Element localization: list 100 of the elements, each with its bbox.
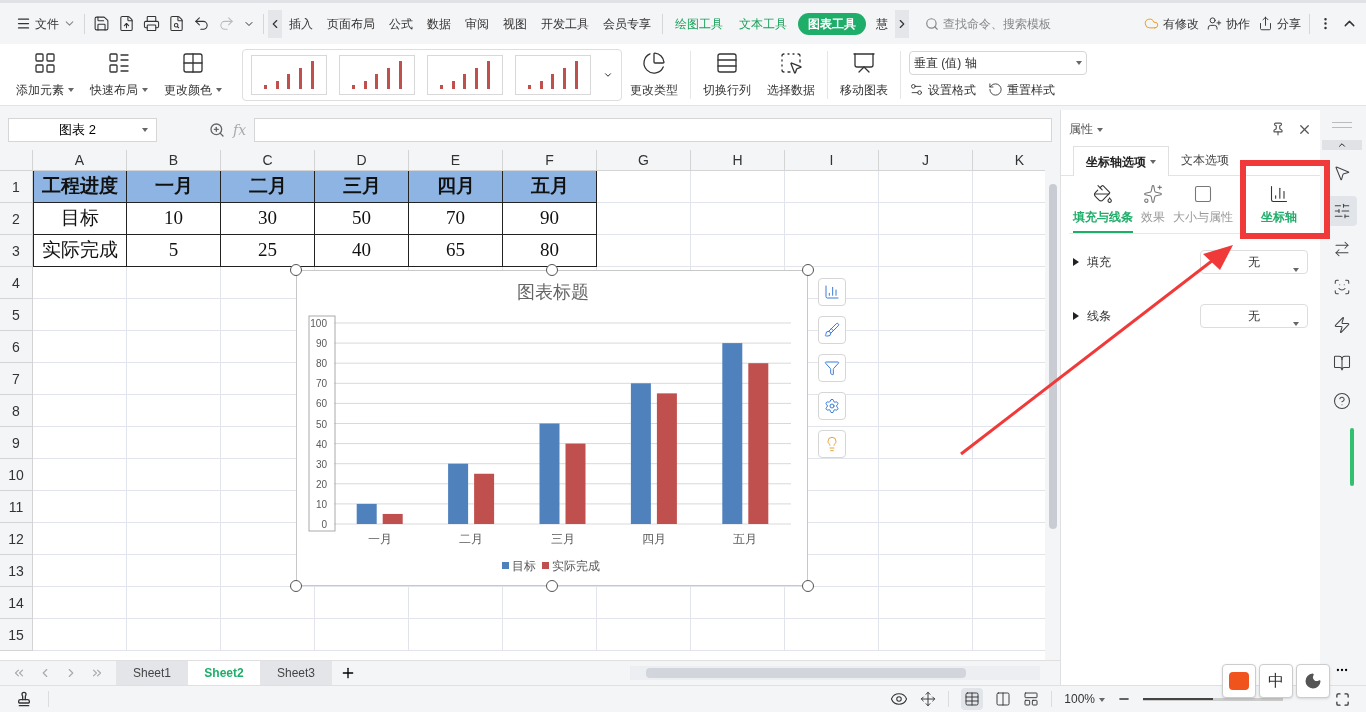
panel-scroll-indicator: [1350, 428, 1354, 486]
column-header[interactable]: B: [127, 150, 221, 170]
legend-swatch: [502, 562, 509, 569]
column-header[interactable]: I: [785, 150, 879, 170]
column-header[interactable]: H: [691, 150, 785, 170]
eye-icon[interactable]: [890, 690, 909, 708]
pin-icon[interactable]: [1271, 122, 1285, 136]
add-element-button[interactable]: 添加元素: [8, 46, 82, 103]
formula-input[interactable]: [254, 118, 1052, 142]
y-tick-label: 70: [315, 378, 327, 390]
chart-style-thumbnail[interactable]: [427, 54, 503, 95]
column-header[interactable]: G: [597, 150, 691, 170]
ribbon-tab[interactable]: 会员专享: [596, 14, 658, 33]
chart-element-select[interactable]: 垂直 (值) 轴: [909, 50, 1087, 75]
chart-style-thumbnail[interactable]: [251, 54, 327, 95]
quick-layout-button[interactable]: 快速布局: [82, 46, 156, 103]
row-header[interactable]: 2: [0, 203, 33, 235]
horizontal-scrollbar[interactable]: [630, 666, 1040, 680]
row-header[interactable]: 12: [0, 523, 33, 555]
panel-tab[interactable]: 文本选项: [1169, 145, 1241, 175]
row-header[interactable]: 4: [0, 267, 33, 299]
toolbar-action[interactable]: 有修改: [1144, 14, 1199, 33]
page-view-icon[interactable]: [995, 691, 1012, 707]
caret-icon: [142, 88, 148, 93]
column-header[interactable]: C: [221, 150, 315, 170]
ribbon-tab[interactable]: 慧: [869, 14, 895, 33]
column-header[interactable]: D: [315, 150, 409, 170]
switch-row-column-button[interactable]: 切换行列: [695, 46, 759, 103]
print-icon[interactable]: [143, 15, 160, 32]
undo-icon[interactable]: [193, 15, 210, 32]
ribbon-small-button[interactable]: 重置样式: [988, 80, 1055, 99]
ribbon-tab[interactable]: 审阅: [458, 14, 496, 33]
scroll-left-icon[interactable]: [268, 9, 282, 38]
row-header[interactable]: 1: [0, 171, 33, 203]
chart-style-thumbnail[interactable]: [515, 54, 591, 95]
column-header[interactable]: A: [33, 150, 127, 170]
ribbon-tab[interactable]: 视图: [496, 14, 534, 33]
save-icon[interactable]: [93, 15, 110, 32]
panel-title[interactable]: 属性: [1069, 120, 1103, 138]
change-color-button[interactable]: 更改颜色: [156, 46, 230, 103]
scroll-right-icon[interactable]: [895, 9, 909, 38]
reset-icon: [988, 82, 1003, 97]
chart-settings-button[interactable]: [818, 392, 846, 420]
ime-mode-button[interactable]: 中: [1259, 664, 1293, 698]
export-icon[interactable]: [118, 15, 135, 32]
add-sheet-icon[interactable]: [340, 665, 356, 681]
row-header[interactable]: 15: [0, 619, 33, 651]
sheet-tab[interactable]: Sheet3: [260, 660, 332, 686]
expand-triangle-icon[interactable]: [1073, 312, 1079, 320]
zoom-slider[interactable]: [1143, 697, 1283, 701]
column-header[interactable]: F: [503, 150, 597, 170]
night-mode-button[interactable]: [1296, 664, 1330, 698]
toolbar-action[interactable]: 协作: [1207, 14, 1250, 33]
toolbar-action[interactable]: 分享: [1258, 14, 1301, 33]
chart-filter-button[interactable]: [818, 354, 846, 382]
row-header[interactable]: 14: [0, 587, 33, 619]
select-data-button[interactable]: 选择数据: [759, 46, 823, 103]
row-header[interactable]: 5: [0, 299, 33, 331]
zoom-level-select[interactable]: 100%: [1064, 690, 1105, 708]
ribbon-tab[interactable]: 数据: [420, 14, 458, 33]
cursor-select-icon: [779, 50, 803, 75]
help-icon: [1333, 392, 1351, 410]
row-header[interactable]: 13: [0, 555, 33, 587]
ribbon-tab[interactable]: 公式: [382, 14, 420, 33]
sheet-tab[interactable]: Sheet1: [116, 660, 188, 686]
row-header[interactable]: 6: [0, 331, 33, 363]
y-axis-selection[interactable]: [308, 315, 336, 532]
column-header[interactable]: E: [409, 150, 503, 170]
ribbon-tab[interactable]: 开发工具: [534, 14, 596, 33]
property-select[interactable]: 无: [1200, 304, 1308, 328]
ribbon-tab[interactable]: 页面布局: [320, 14, 382, 33]
file-menu[interactable]: 文件: [12, 14, 80, 33]
row-header[interactable]: 8: [0, 395, 33, 427]
table-cell: 实际完成: [33, 235, 127, 267]
property-label: 线条: [1087, 308, 1111, 325]
column-header[interactable]: J: [879, 150, 973, 170]
ribbon-tab[interactable]: 插入: [282, 14, 320, 33]
page-break-view-icon[interactable]: [1023, 691, 1040, 707]
row-header[interactable]: 3: [0, 235, 33, 267]
chart-style-button[interactable]: [818, 316, 846, 344]
expand-triangle-icon[interactable]: [1073, 258, 1079, 266]
x-tick-label: 二月: [459, 532, 484, 546]
sparkle-icon: [1143, 184, 1163, 204]
panel-tab[interactable]: 坐标轴选项: [1073, 146, 1169, 176]
move-chart-button[interactable]: 移动图表: [832, 46, 896, 103]
fullscreen-icon[interactable]: [1335, 691, 1350, 707]
bar-chart[interactable]: 图表标题 0 10 20 30 40 50 60 70 80 90 100 一月 二月 三月 四月 五月 目标 实际完成: [296, 270, 808, 586]
ribbon-small-button[interactable]: 设置格式: [909, 80, 976, 99]
row-header[interactable]: 11: [0, 491, 33, 523]
input-method-logo[interactable]: [1222, 664, 1256, 698]
change-type-button[interactable]: 更改类型: [622, 46, 686, 103]
macro-icon[interactable]: [16, 691, 32, 707]
preview-icon[interactable]: [168, 15, 185, 32]
chart-style-thumbnail[interactable]: [339, 54, 415, 95]
row-header[interactable]: 9: [0, 427, 33, 459]
zoom-icon[interactable]: [209, 122, 225, 138]
name-box[interactable]: 图表 2: [8, 118, 157, 142]
normal-view-button[interactable]: [961, 688, 984, 710]
row-header[interactable]: 10: [0, 459, 33, 491]
row-header[interactable]: 7: [0, 363, 33, 395]
